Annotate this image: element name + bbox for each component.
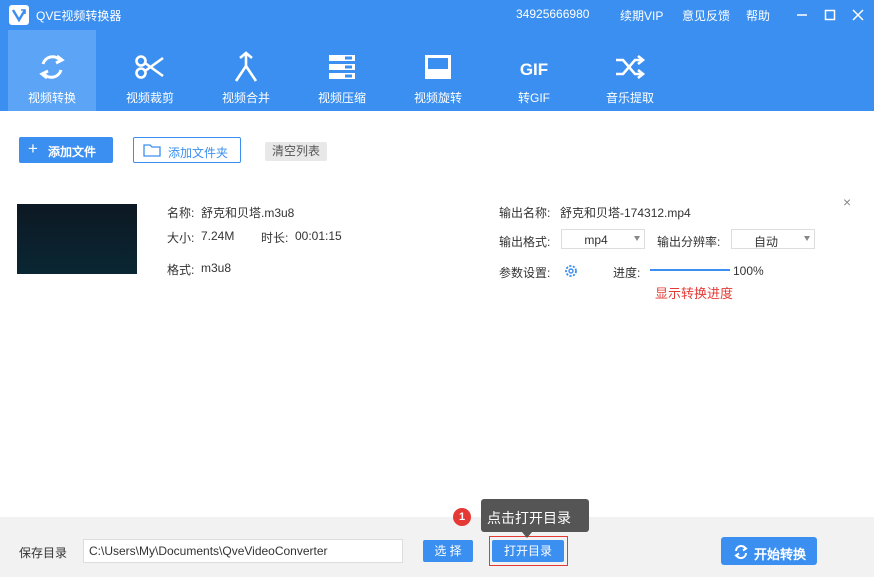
add-folder-label: 添加文件夹 [168,146,229,160]
tab-label: 转GIF [518,91,550,105]
file-name: 舒克和贝塔.m3u8 [201,206,295,220]
progress-bar [650,269,730,271]
help-link[interactable]: 帮助 [746,7,770,24]
tab-label: 视频转换 [27,91,76,105]
tab-label: 视频旋转 [413,91,462,105]
output-resolution-label: 输出分辨率: [657,235,721,249]
add-folder-button[interactable]: 添加文件夹 [133,137,241,163]
output-format-select[interactable]: mp4 [561,229,645,249]
compress-icon [329,55,355,79]
tab-video-convert[interactable]: 视频转换 [8,30,96,111]
tooltip: 点击打开目录 [481,499,589,538]
close-icon[interactable] [848,5,868,25]
save-dir-label: 保存目录 [19,546,68,560]
name-label: 名称: [167,206,195,220]
output-resolution-value: 自动 [753,235,778,249]
output-name-label: 输出名称: [499,206,551,220]
tooltip-text: 点击打开目录 [487,510,571,526]
tab-label: 视频裁剪 [125,91,174,105]
file-format: m3u8 [201,261,232,275]
folder-icon [143,144,161,157]
shuffle-icon [616,54,646,80]
convert-icon [39,54,65,80]
maximize-icon[interactable] [820,5,840,25]
user-phone: 34925666980 [516,7,590,21]
merge-icon [234,51,258,82]
gif-glyph: GIF [520,60,548,79]
feedback-link[interactable]: 意见反馈 [682,7,730,24]
chevron-down-icon [634,236,640,241]
open-dir-button[interactable]: 打开目录 [492,540,564,562]
params-label: 参数设置: [499,266,551,280]
output-name: 舒克和贝塔-174312.mp4 [560,206,691,220]
renew-vip-link[interactable]: 续期VIP [620,7,663,24]
size-label: 大小: [167,231,195,245]
add-file-button[interactable]: + 添加文件 [19,137,113,163]
step-badge: 1 [453,508,471,526]
progress-percent: 100% [733,264,764,278]
save-path-input[interactable] [83,539,403,563]
format-label: 格式: [167,263,195,277]
rotate-icon [425,55,451,79]
duration-label: 时长: [261,231,289,245]
start-convert-button[interactable]: 开始转换 [721,537,817,565]
scissors-icon [135,55,164,79]
plus-icon: + [28,139,38,158]
gif-icon: GIF [520,60,548,79]
video-thumbnail [17,204,137,274]
convert-icon [734,545,748,559]
select-dir-button[interactable]: 选 择 [423,540,473,562]
tab-video-crop[interactable]: 视频裁剪 [106,30,194,111]
tab-to-gif[interactable]: GIF 转GIF [490,30,578,111]
tab-label: 音乐提取 [605,91,654,105]
progress-label: 进度: [613,266,641,280]
start-convert-label: 开始转换 [754,547,807,562]
clear-list-button[interactable]: 清空列表 [265,142,327,161]
tab-video-rotate[interactable]: 视频旋转 [394,30,482,111]
remove-file-icon[interactable]: × [843,194,851,210]
output-format-label: 输出格式: [499,235,551,249]
minimize-icon[interactable] [792,5,812,25]
tab-video-compress[interactable]: 视频压缩 [298,30,386,111]
title-bar: QVE视频转换器 34925666980 续期VIP 意见反馈 帮助 [0,0,874,30]
tab-label: 视频合并 [221,91,270,105]
main-toolbar: 视频转换 视频裁剪 视频合并 视频压缩 视频旋转 GIF 转GIF 音乐提取 [0,30,874,111]
progress-annotation: 显示转换进度 [655,286,734,301]
tab-music-extract[interactable]: 音乐提取 [586,30,674,111]
output-format-value: mp4 [584,233,608,247]
app-logo-icon [9,5,29,25]
app-title: QVE视频转换器 [36,9,122,23]
tab-label: 视频压缩 [317,91,366,105]
output-resolution-select[interactable]: 自动 [731,229,815,249]
add-file-label: 添加文件 [48,145,97,159]
chevron-down-icon [804,236,810,241]
file-size: 7.24M [201,229,235,243]
tooltip-tail [522,532,532,538]
tab-video-merge[interactable]: 视频合并 [202,30,290,111]
file-duration: 00:01:15 [295,229,342,243]
gear-icon[interactable] [563,263,579,279]
